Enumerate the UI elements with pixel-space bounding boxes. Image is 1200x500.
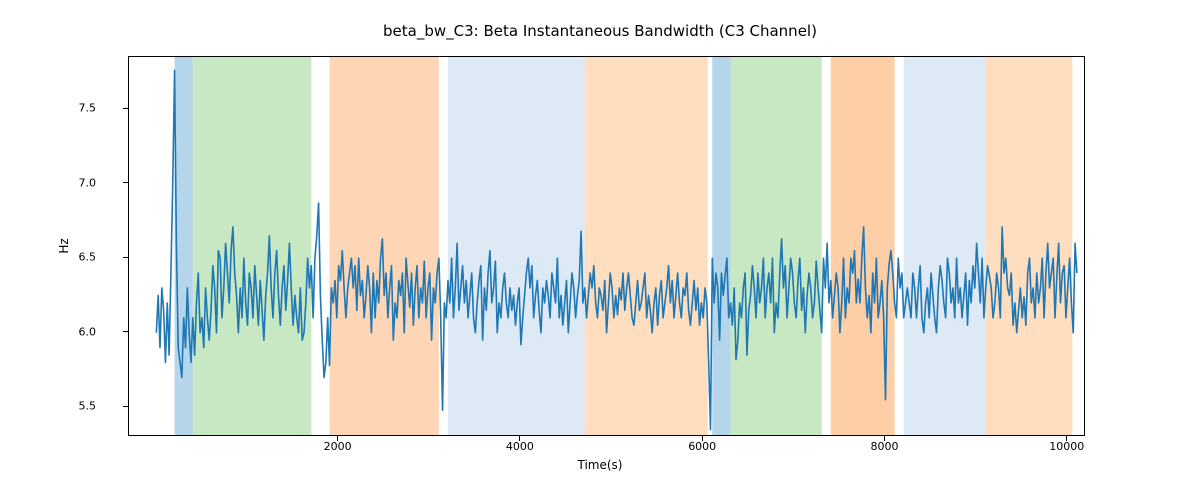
x-tick-label: 8000 [870, 440, 898, 453]
y-tick-label: 6.5 [36, 251, 96, 264]
y-tick-mark [123, 406, 128, 407]
x-axis-label: Time(s) [0, 458, 1200, 472]
background-band [193, 57, 311, 436]
background-band [731, 57, 822, 436]
chart-title: beta_bw_C3: Beta Instantaneous Bandwidth… [0, 22, 1200, 40]
y-tick-label: 5.5 [36, 400, 96, 413]
background-band [585, 57, 708, 436]
x-tick-label: 2000 [324, 440, 352, 453]
x-tick-label: 10000 [1049, 440, 1084, 453]
plot-svg [129, 57, 1085, 436]
x-tick-label: 6000 [688, 440, 716, 453]
plot-area [128, 56, 1085, 436]
y-tick-label: 6.0 [36, 325, 96, 338]
x-tick-label: 4000 [506, 440, 534, 453]
background-band [904, 57, 986, 436]
y-tick-mark [123, 108, 128, 109]
background-band [712, 57, 730, 436]
background-band [175, 57, 193, 436]
figure: beta_bw_C3: Beta Instantaneous Bandwidth… [0, 0, 1200, 500]
y-tick-label: 7.0 [36, 176, 96, 189]
y-tick-label: 7.5 [36, 102, 96, 115]
background-band [448, 57, 585, 436]
y-tick-mark [123, 182, 128, 183]
y-tick-mark [123, 331, 128, 332]
background-band [330, 57, 439, 436]
y-tick-mark [123, 257, 128, 258]
